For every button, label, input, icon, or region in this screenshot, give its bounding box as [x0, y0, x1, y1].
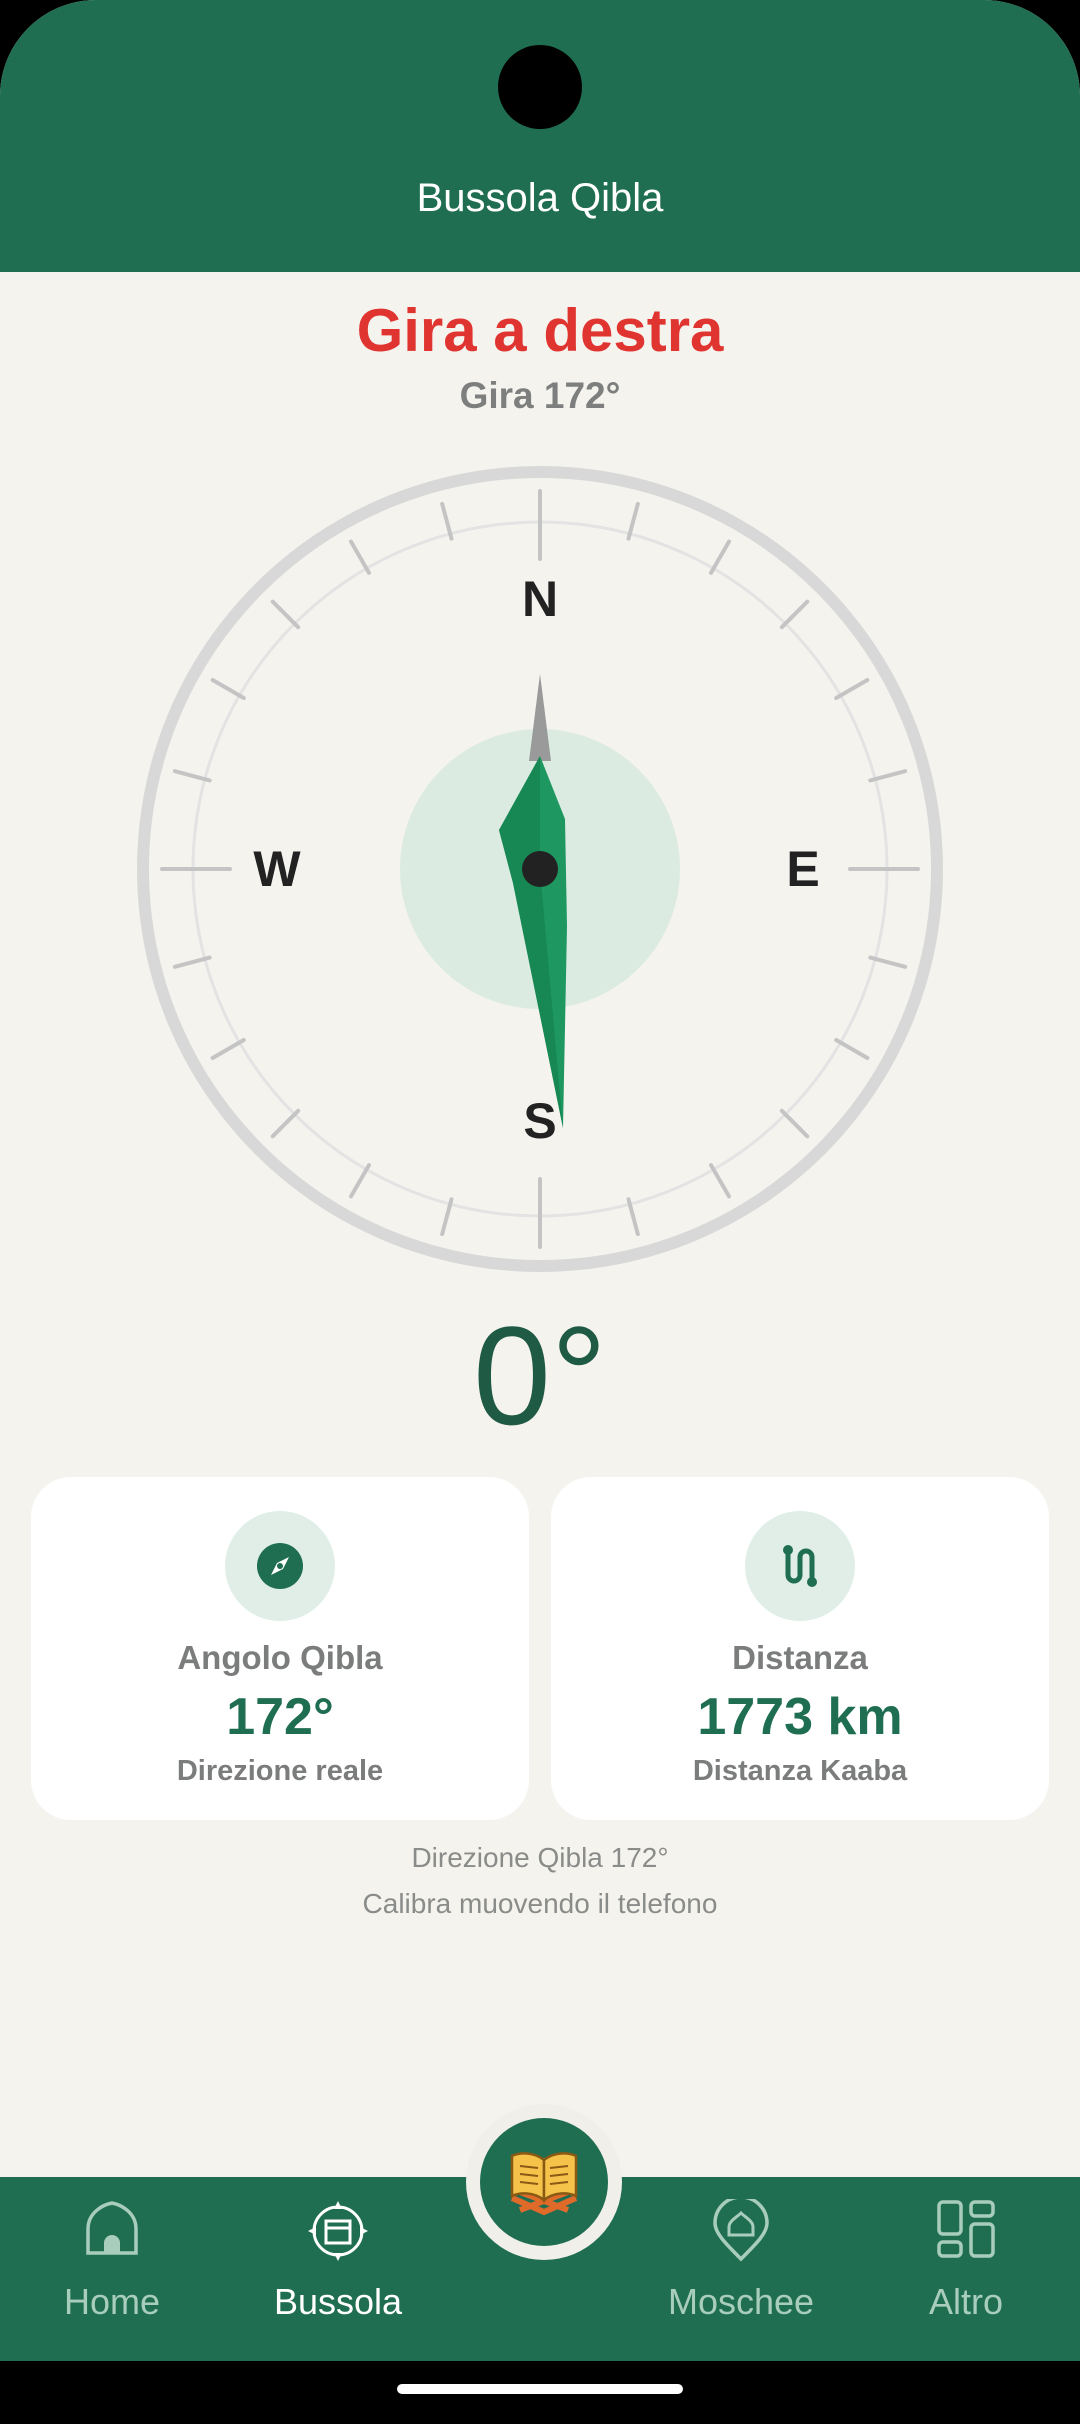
nav-item-home[interactable]: Home	[32, 2177, 192, 2361]
nav-label-altro: Altro	[928, 2281, 1004, 2322]
qibla-angle-card: Angolo Qibla 172° Direzione reale	[31, 1477, 529, 1820]
kaaba-compass-icon	[308, 2201, 368, 2261]
nav-item-moschee[interactable]: Moschee	[656, 2177, 826, 2361]
cardinal-north: N	[522, 571, 558, 627]
qibla-angle-caption: Direzione reale	[176, 1755, 384, 1787]
qibla-direction-info: Direzione Qibla 172°	[411, 1842, 669, 1873]
nav-item-bussola[interactable]: Bussola	[258, 2177, 418, 2361]
distance-card: Distanza 1773 km Distanza Kaaba	[551, 1477, 1049, 1820]
screen: Bussola Qibla Gira a destra Gira 172° N …	[0, 0, 1080, 2424]
cardinal-south: S	[523, 1093, 556, 1149]
page-title: Bussola Qibla	[416, 176, 664, 220]
app-bar: Bussola Qibla	[0, 0, 1080, 272]
calibration-hint: Calibra muovendo il telefono	[362, 1888, 718, 1919]
quran-book-icon	[510, 2152, 578, 2216]
cardinal-east: E	[786, 841, 819, 897]
home-indicator[interactable]	[397, 2384, 683, 2394]
turn-degrees: Gira 172°	[459, 375, 621, 416]
quran-button[interactable]	[480, 2118, 608, 2246]
grid-icon	[937, 2200, 995, 2258]
distance-caption: Distanza Kaaba	[692, 1755, 908, 1787]
nav-label-moschee: Moschee	[667, 2281, 815, 2322]
mosque-pin-icon	[713, 2199, 769, 2262]
nav-label-bussola: Bussola	[273, 2281, 403, 2322]
distance-label: Distanza	[732, 1639, 868, 1676]
nav-item-altro[interactable]: Altro	[896, 2177, 1036, 2361]
camera-cutout	[498, 45, 582, 129]
nav-label-home: Home	[63, 2281, 161, 2322]
qibla-angle-label: Angolo Qibla	[177, 1639, 383, 1676]
distance-value: 1773 km	[697, 1688, 903, 1746]
home-mosque-icon	[86, 2201, 138, 2255]
needle-pivot	[522, 851, 558, 887]
cardinal-west: W	[253, 841, 301, 897]
current-heading: 0°	[473, 1297, 607, 1454]
qibla-angle-value: 172°	[226, 1688, 334, 1746]
compass-dial[interactable]: N S W E	[127, 456, 953, 1282]
turn-instruction: Gira a destra	[356, 297, 724, 364]
route-icon	[745, 1511, 855, 1621]
compass-icon	[225, 1511, 335, 1621]
